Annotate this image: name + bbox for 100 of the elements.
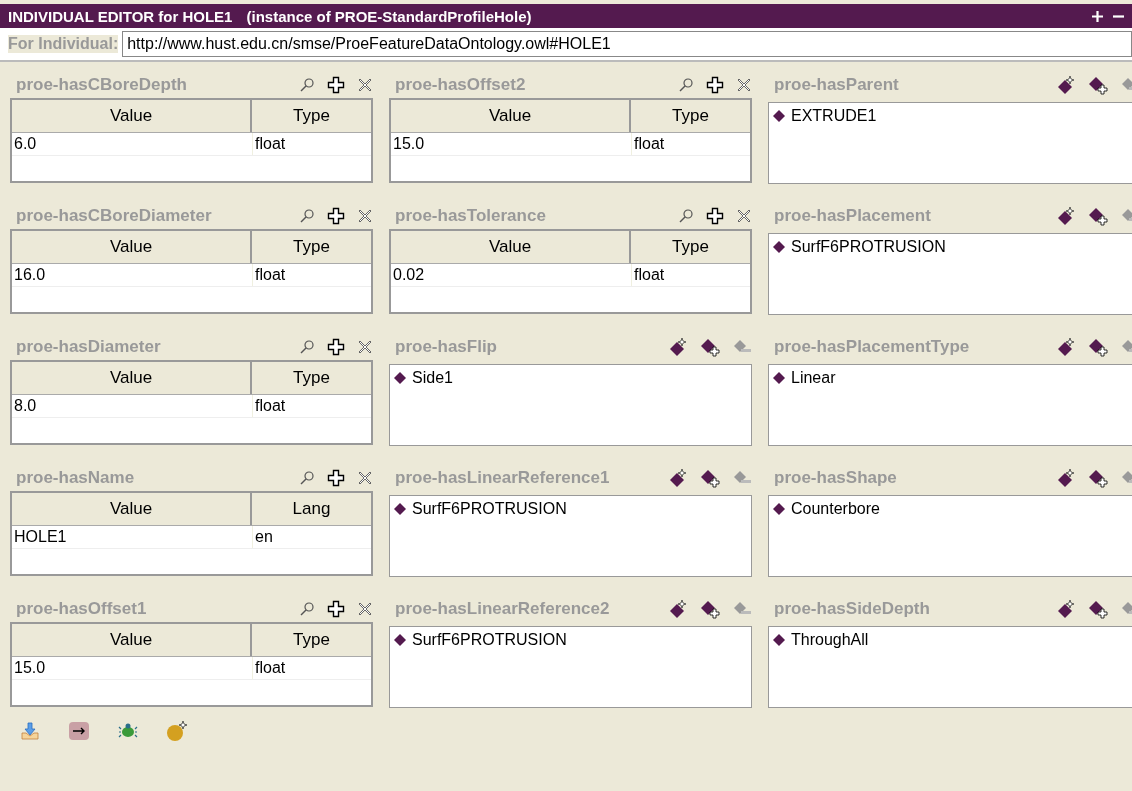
close-icon[interactable] bbox=[736, 77, 752, 93]
diamond-plus-icon[interactable] bbox=[700, 337, 720, 357]
circle-star-icon[interactable] bbox=[166, 720, 188, 742]
table-cell-text: float bbox=[254, 134, 287, 154]
column-header[interactable]: Value bbox=[12, 100, 252, 132]
close-icon[interactable] bbox=[357, 208, 373, 224]
column-header[interactable]: Type bbox=[252, 624, 371, 656]
list-item[interactable]: SurfF6PROTRUSION bbox=[412, 500, 567, 518]
window-subtitle: (instance of PROE-StandardProfileHole) bbox=[246, 7, 532, 25]
add-icon[interactable] bbox=[327, 338, 345, 356]
list-item[interactable]: Counterbore bbox=[791, 500, 880, 518]
window-title: INDIVIDUAL EDITOR for HOLE1 bbox=[8, 7, 233, 25]
column-header[interactable]: Type bbox=[252, 362, 371, 394]
table-cell-text: float bbox=[633, 265, 666, 285]
column-header[interactable]: Value bbox=[391, 100, 631, 132]
add-icon[interactable] bbox=[706, 207, 724, 225]
plus-icon[interactable] bbox=[1092, 10, 1103, 22]
property-name: proe-hasTolerance bbox=[395, 206, 546, 226]
column-header[interactable]: Value bbox=[12, 231, 252, 263]
property-name: proe-hasLinearReference1 bbox=[395, 468, 610, 488]
diamond-plus-icon[interactable] bbox=[1088, 75, 1108, 95]
add-icon[interactable] bbox=[327, 207, 345, 225]
property-name: proe-hasOffset1 bbox=[16, 599, 147, 619]
table-cell: HOLE1 bbox=[12, 526, 253, 548]
diamond-star-icon[interactable] bbox=[668, 599, 688, 619]
column-header[interactable]: Lang bbox=[252, 493, 371, 525]
property-name: proe-hasCBoreDepth bbox=[16, 75, 187, 95]
table-cell-text: float bbox=[254, 396, 287, 416]
property-name: proe-hasPlacementType bbox=[774, 337, 970, 357]
table-cell-text: en bbox=[254, 527, 274, 547]
add-icon[interactable] bbox=[327, 600, 345, 618]
diamond-star-icon[interactable] bbox=[1056, 468, 1076, 488]
search-icon[interactable] bbox=[299, 77, 315, 93]
search-icon[interactable] bbox=[299, 601, 315, 617]
add-icon[interactable] bbox=[327, 469, 345, 487]
diamond-icon bbox=[394, 372, 406, 384]
diamond-plus-icon[interactable] bbox=[700, 468, 720, 488]
diamond-star-icon[interactable] bbox=[1056, 599, 1076, 619]
property-name: proe-hasCBoreDiameter bbox=[16, 206, 212, 226]
close-icon[interactable] bbox=[357, 601, 373, 617]
list-item[interactable]: EXTRUDE1 bbox=[791, 107, 877, 125]
diamond-star-icon[interactable] bbox=[1056, 337, 1076, 357]
diamond-star-icon[interactable] bbox=[668, 337, 688, 357]
property-name: proe-hasShape bbox=[774, 468, 897, 488]
search-icon[interactable] bbox=[299, 339, 315, 355]
diamond-star-icon[interactable] bbox=[1056, 75, 1076, 95]
list-item[interactable]: Side1 bbox=[412, 369, 453, 387]
diamond-icon bbox=[773, 634, 785, 646]
property-name: proe-hasSideDepth bbox=[774, 599, 930, 619]
diamond-star-icon[interactable] bbox=[668, 468, 688, 488]
table-cell: 15.0 bbox=[391, 133, 632, 155]
column-header[interactable]: Type bbox=[631, 231, 750, 263]
diamond-icon bbox=[773, 503, 785, 515]
search-icon[interactable] bbox=[678, 77, 694, 93]
column-header[interactable]: Value bbox=[12, 493, 252, 525]
search-icon[interactable] bbox=[678, 208, 694, 224]
search-icon[interactable] bbox=[299, 208, 315, 224]
diamond-icon bbox=[773, 241, 785, 253]
diamond-icon bbox=[773, 110, 785, 122]
column-header[interactable]: Value bbox=[391, 231, 631, 263]
diamond-plus-icon[interactable] bbox=[1088, 468, 1108, 488]
list-item[interactable]: SurfF6PROTRUSION bbox=[412, 631, 567, 649]
property-name: proe-hasName bbox=[16, 468, 135, 488]
download-icon[interactable] bbox=[20, 721, 40, 741]
table-cell: 16.0 bbox=[12, 264, 253, 286]
diamond-icon bbox=[773, 372, 785, 384]
property-name: proe-hasFlip bbox=[395, 337, 497, 357]
diamond-plus-icon[interactable] bbox=[1088, 599, 1108, 619]
property-name: proe-hasPlacement bbox=[774, 206, 931, 226]
table-cell: 0.02 bbox=[391, 264, 632, 286]
column-header[interactable]: Type bbox=[252, 231, 371, 263]
list-item[interactable]: ThroughAll bbox=[791, 631, 869, 649]
property-name: proe-hasLinearReference2 bbox=[395, 599, 610, 619]
table-cell: 15.0 bbox=[12, 657, 253, 679]
search-icon[interactable] bbox=[299, 470, 315, 486]
diamond-plus-icon[interactable] bbox=[700, 599, 720, 619]
property-name: proe-hasDiameter bbox=[16, 337, 161, 357]
close-icon[interactable] bbox=[736, 208, 752, 224]
table-cell: 8.0 bbox=[12, 395, 253, 417]
column-header[interactable]: Value bbox=[12, 624, 252, 656]
diamond-star-icon[interactable] bbox=[1056, 206, 1076, 226]
individual-field[interactable]: http://www.hust.edu.cn/smse/ProeFeatureDataOntology.owl#HOLE1 bbox=[122, 31, 1132, 57]
close-icon[interactable] bbox=[357, 470, 373, 486]
diamond-plus-icon[interactable] bbox=[1088, 206, 1108, 226]
column-header[interactable]: Value bbox=[12, 362, 252, 394]
column-header[interactable]: Type bbox=[631, 100, 750, 132]
diamond-plus-icon[interactable] bbox=[1088, 337, 1108, 357]
table-cell-text: float bbox=[633, 134, 666, 154]
close-icon[interactable] bbox=[357, 77, 373, 93]
column-header[interactable]: Type bbox=[252, 100, 371, 132]
individual-label: For Individual: bbox=[8, 35, 119, 53]
add-icon[interactable] bbox=[706, 76, 724, 94]
diamond-icon bbox=[394, 634, 406, 646]
list-item[interactable]: Linear bbox=[791, 369, 836, 387]
diamond-icon bbox=[394, 503, 406, 515]
close-icon[interactable] bbox=[357, 339, 373, 355]
add-icon[interactable] bbox=[327, 76, 345, 94]
table-cell-text: float bbox=[254, 658, 287, 678]
table-cell-text: float bbox=[254, 265, 287, 285]
list-item[interactable]: SurfF6PROTRUSION bbox=[791, 238, 946, 256]
